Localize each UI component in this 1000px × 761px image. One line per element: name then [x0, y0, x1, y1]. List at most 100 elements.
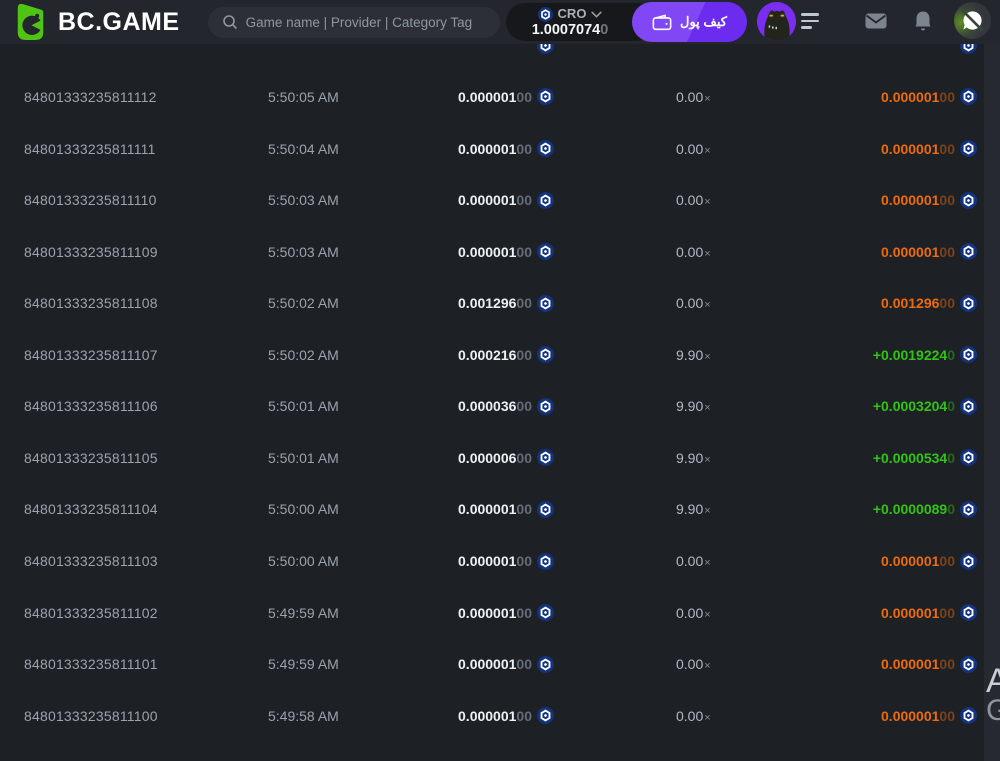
payout-cell: 0.00129600 — [754, 294, 977, 312]
bet-id: 84801333235811111 — [24, 140, 156, 157]
bet-id: 84801333235811102 — [24, 604, 158, 621]
cro-coin-icon — [960, 552, 977, 570]
bet-time: 5:49:59 AM — [268, 604, 339, 621]
search-icon — [222, 15, 237, 30]
brand-logo[interactable]: BC.GAME — [0, 3, 180, 41]
table-row[interactable]: 84801333235811106 5:50:01 AM 0.00003600 … — [0, 381, 1000, 433]
bet-time: 5:50:03 AM — [268, 243, 339, 260]
payout-amount: 0.00000100 — [881, 88, 955, 105]
bet-id: 84801333235811110 — [24, 192, 157, 209]
bet-amount: 0.00000100 — [458, 501, 532, 518]
multiplier: 0.00× — [676, 295, 711, 312]
bell-icon[interactable] — [911, 9, 935, 33]
cro-coin-icon — [537, 243, 554, 261]
payout-amount: +0.00192240 — [872, 346, 955, 363]
bet-amount: 0.00000100 — [458, 707, 532, 724]
mail-icon[interactable] — [864, 9, 888, 33]
wallet-button[interactable]: کیف پول — [632, 2, 747, 42]
bet-id: 84801333235811101 — [24, 656, 158, 673]
bet-time: 5:50:02 AM — [268, 295, 339, 312]
payout-cell: 0.00000100 — [754, 707, 977, 725]
cro-coin-icon — [960, 243, 977, 261]
bet-time: 5:50:03 AM — [268, 192, 339, 209]
multiplier: 0.00× — [676, 243, 711, 260]
payout-cell: 0.00000100 — [754, 655, 977, 673]
cro-coin-icon — [960, 604, 977, 622]
bet-amount: 0.00000100 — [458, 243, 532, 260]
table-row[interactable]: 84801333235811102 5:49:59 AM 0.00000100 … — [0, 587, 1000, 639]
bet-amount-cell: 0.00000100 — [388, 655, 554, 673]
payout-cell: +0.00032040 — [754, 397, 977, 415]
brand-name: BC.GAME — [58, 7, 180, 36]
chat-toggle-button[interactable] — [954, 2, 991, 39]
bet-id: 84801333235811107 — [24, 346, 158, 363]
bet-time: 5:50:04 AM — [268, 140, 339, 157]
payout-amount: +0.00000890 — [872, 501, 955, 518]
cro-coin-icon — [537, 604, 554, 622]
multiplier: 9.90× — [676, 346, 711, 363]
table-row[interactable]: 84801333235811101 5:49:59 AM 0.00000100 … — [0, 638, 1000, 690]
cro-coin-icon — [960, 397, 977, 415]
cro-coin-icon — [537, 88, 554, 106]
payout-amount: 0.00000100 — [881, 192, 955, 209]
payout-cell: +0.00005340 — [754, 449, 977, 467]
table-row[interactable]: 84801333235811107 5:50:02 AM 0.00021600 … — [0, 329, 1000, 381]
bet-amount-cell: 0.00000100 — [388, 191, 554, 209]
bet-time: 5:49:59 AM — [268, 656, 339, 673]
currency-code: CRO — [557, 6, 587, 21]
top-navbar: BC.GAME Game name | Provider | Category … — [0, 0, 1000, 44]
bet-amount-cell: 0.00003600 — [388, 397, 554, 415]
table-row[interactable]: 84801333235811103 5:50:00 AM 0.00000100 … — [0, 535, 1000, 587]
cro-coin-icon — [960, 140, 977, 157]
payout-cell: 0.00000100 — [754, 604, 977, 622]
table-row[interactable]: 84801333235811108 5:50:02 AM 0.00129600 … — [0, 277, 1000, 329]
bet-amount-cell: 0.00000100 — [388, 707, 554, 725]
multiplier: 0.00× — [676, 553, 711, 569]
wallet-icon — [652, 14, 672, 30]
bet-amount: 0.00000100 — [458, 140, 532, 157]
bet-amount-cell: 0.00000100 — [388, 88, 554, 106]
table-row[interactable]: 84801333235811110 5:50:03 AM 0.00000100 … — [0, 174, 1000, 226]
bet-amount: 0.00021600 — [458, 346, 532, 363]
cro-coin-icon — [960, 655, 977, 673]
cro-coin-icon — [960, 449, 977, 467]
bet-id: 84801333235811104 — [24, 501, 158, 518]
cro-coin-icon — [537, 500, 554, 518]
avatar[interactable] — [757, 2, 796, 41]
table-row[interactable]: 84801333235811111 5:50:04 AM 0.00000100 … — [0, 123, 1000, 175]
cro-coin-icon — [537, 707, 554, 725]
table-row[interactable]: 84801333235811104 5:50:00 AM 0.00000100 … — [0, 484, 1000, 536]
payout-amount: 0.00000100 — [881, 656, 955, 673]
bet-time: 5:50:05 AM — [268, 88, 339, 105]
multiplier: 0.00× — [676, 707, 711, 724]
payout-amount: +0.00005340 — [872, 449, 955, 466]
bet-id: 84801333235811103 — [24, 553, 158, 569]
cro-coin-icon — [537, 397, 554, 415]
bet-history-table: 84801333235811112 5:50:05 AM 0.00000100 … — [0, 20, 1000, 742]
bet-amount-cell: 0.00000100 — [388, 604, 554, 622]
cro-coin-icon — [960, 88, 977, 106]
search-placeholder: Game name | Provider | Category Tag — [245, 14, 473, 30]
multiplier: 9.90× — [676, 449, 711, 466]
multiplier: 9.90× — [676, 501, 711, 518]
bet-amount-cell: 0.00000600 — [388, 449, 554, 467]
table-row[interactable]: 84801333235811112 5:50:05 AM 0.00000100 … — [0, 71, 1000, 123]
multiplier: 9.90× — [676, 398, 711, 415]
payout-cell: 0.00000100 — [754, 191, 977, 209]
bet-amount: 0.00000100 — [458, 88, 532, 105]
bet-amount-cell: 0.00129600 — [388, 294, 554, 312]
cro-coin-icon — [537, 6, 553, 22]
table-row[interactable]: 84801333235811100 5:49:58 AM 0.00000100 … — [0, 690, 1000, 742]
payout-cell: 0.00000100 — [754, 552, 977, 570]
payout-cell: 0.00000100 — [754, 88, 977, 106]
payout-amount: 0.00000100 — [881, 553, 955, 569]
bet-time: 5:50:00 AM — [268, 553, 339, 569]
table-row[interactable]: 84801333235811109 5:50:03 AM 0.00000100 … — [0, 226, 1000, 278]
bet-amount: 0.00000100 — [458, 656, 532, 673]
payout-amount: 0.00000100 — [881, 243, 955, 260]
menu-icon[interactable] — [801, 13, 821, 31]
table-row[interactable]: 84801333235811105 5:50:01 AM 0.00000600 … — [0, 432, 1000, 484]
search-input[interactable]: Game name | Provider | Category Tag — [207, 6, 500, 38]
cro-coin-icon — [537, 552, 554, 570]
cro-coin-icon — [537, 191, 554, 209]
